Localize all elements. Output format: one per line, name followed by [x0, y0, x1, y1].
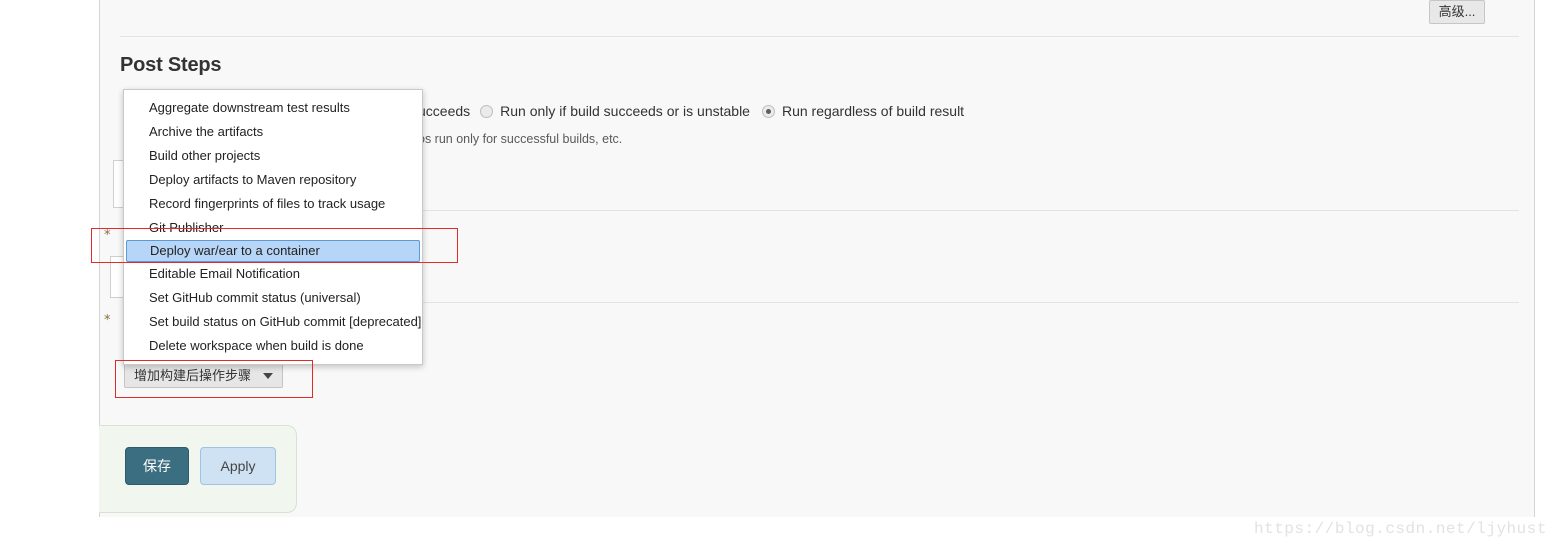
menu-item[interactable]: Set build status on GitHub commit [depre…: [124, 310, 422, 334]
menu-item[interactable]: Git Publisher: [124, 216, 422, 240]
post-build-action-menu[interactable]: Aggregate downstream test results Archiv…: [123, 89, 423, 365]
menu-item[interactable]: Archive the artifacts: [124, 120, 422, 144]
menu-item[interactable]: Deploy artifacts to Maven repository: [124, 168, 422, 192]
trigger-help-text: os run only for successful builds, etc.: [418, 132, 623, 146]
top-divider: [120, 36, 1519, 37]
menu-item[interactable]: Set GitHub commit status (universal): [124, 286, 422, 310]
radio-option-regardless[interactable]: Run regardless of build result: [761, 103, 965, 119]
background-glyph-2: *: [104, 313, 111, 328]
radio-label-succeeds-or-unstable: Run only if build succeeds or is unstabl…: [500, 103, 750, 119]
build-trigger-condition-row: ucceeds Run only if build succeeds or is…: [418, 103, 976, 119]
add-post-build-step-button[interactable]: 增加构建后操作步骤: [124, 363, 284, 388]
save-button[interactable]: 保存: [125, 447, 189, 485]
menu-item[interactable]: Delete workspace when build is done: [124, 334, 422, 358]
menu-item[interactable]: Build other projects: [124, 144, 422, 168]
menu-item[interactable]: Aggregate downstream test results: [124, 96, 422, 120]
menu-item[interactable]: Editable Email Notification: [124, 262, 422, 286]
page-title: Post Steps: [120, 54, 222, 76]
menu-item[interactable]: Record fingerprints of files to track us…: [124, 192, 422, 216]
radio-option-succeeds-or-unstable[interactable]: Run only if build succeeds or is unstabl…: [480, 103, 750, 119]
radio-icon-selected[interactable]: [761, 104, 775, 118]
section-divider-1: [423, 210, 1519, 211]
chevron-down-icon: [263, 372, 274, 379]
background-glyph-1: *: [104, 228, 111, 243]
apply-button[interactable]: Apply: [200, 447, 276, 485]
trigger-leading-fragment: ucceeds: [418, 103, 471, 119]
advanced-button[interactable]: 高级...: [1429, 0, 1485, 24]
jenkins-config-page: 高级... Post Steps * * ucceeds Run only if…: [0, 0, 1553, 549]
menu-item-selected[interactable]: Deploy war/ear to a container: [126, 240, 420, 262]
section-divider-2: [423, 302, 1519, 303]
radio-icon-unselected[interactable]: [480, 104, 494, 118]
watermark: https://blog.csdn.net/ljyhust: [1254, 520, 1547, 538]
add-post-build-step-label: 增加构建后操作步骤: [134, 368, 252, 383]
radio-label-regardless: Run regardless of build result: [781, 103, 965, 119]
